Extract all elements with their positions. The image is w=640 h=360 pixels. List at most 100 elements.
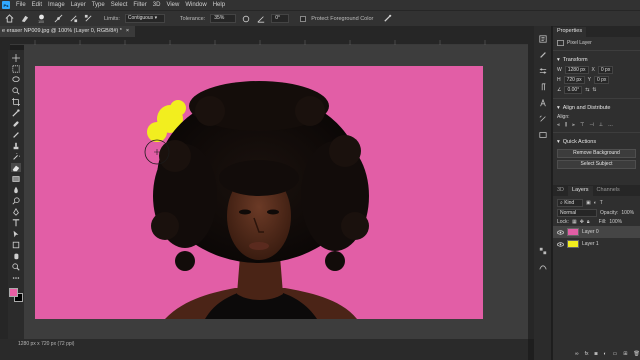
layer-row[interactable]: Layer 1	[553, 238, 640, 250]
menu-type[interactable]: Type	[92, 2, 105, 8]
quick-select-tool-icon[interactable]	[11, 86, 21, 95]
libraries-panel-icon[interactable]	[538, 130, 547, 139]
filter-pixel-icon[interactable]: ▣	[586, 200, 591, 206]
menu-select[interactable]: Select	[111, 2, 128, 8]
opacity-value[interactable]: 100%	[621, 210, 634, 216]
path-select-tool-icon[interactable]	[11, 229, 21, 238]
flip-horizontal-icon[interactable]: ⇆	[585, 87, 589, 93]
more-tools-icon[interactable]	[11, 273, 21, 282]
eraser-tool-icon[interactable]	[11, 163, 21, 172]
menu-image[interactable]: Image	[48, 2, 65, 8]
menu-window[interactable]: Window	[185, 2, 206, 8]
crop-tool-icon[interactable]	[11, 97, 21, 106]
link-layers-icon[interactable]: ∞	[575, 351, 579, 357]
menu-filter[interactable]: Filter	[133, 2, 146, 8]
blur-tool-icon[interactable]	[11, 185, 21, 194]
tab-properties[interactable]: Properties	[553, 27, 587, 37]
remove-background-button[interactable]: Remove Background	[557, 149, 636, 158]
home-icon[interactable]	[4, 14, 14, 24]
brush-preset-picker[interactable]: 100	[34, 14, 48, 24]
type-tool-icon[interactable]	[11, 218, 21, 227]
zoom-tool-icon[interactable]	[11, 262, 21, 271]
dodge-tool-icon[interactable]	[11, 196, 21, 205]
marquee-tool-icon[interactable]	[11, 64, 21, 73]
filter-type-icon[interactable]: T	[600, 200, 603, 206]
sampling-continuous-icon[interactable]	[53, 14, 63, 24]
document-canvas[interactable]	[35, 66, 483, 319]
background-eraser-tool-icon[interactable]	[19, 14, 29, 24]
tab-channels[interactable]: Channels	[593, 186, 624, 196]
menu-help[interactable]: Help	[213, 2, 225, 8]
angle-field[interactable]: 0.00°	[564, 86, 583, 94]
sampling-once-icon[interactable]	[68, 14, 78, 24]
visibility-eye-icon[interactable]	[556, 241, 564, 247]
lock-all-icon[interactable]: 🔒︎	[587, 219, 590, 225]
pen-tool-icon[interactable]	[11, 207, 21, 216]
quick-actions-title[interactable]: ▾ Quick Actions	[553, 136, 640, 147]
menu-view[interactable]: View	[166, 2, 179, 8]
tools-preset-icon[interactable]	[538, 114, 547, 123]
brush-tool-icon[interactable]	[11, 130, 21, 139]
align-top-icon[interactable]: ⊤	[580, 122, 584, 128]
eyedropper-tool-icon[interactable]	[11, 108, 21, 117]
foreground-color-swatch[interactable]	[9, 288, 18, 297]
swatches-panel-icon[interactable]	[538, 246, 547, 255]
add-mask-icon[interactable]: ◙	[594, 351, 597, 357]
shape-tool-icon[interactable]	[11, 240, 21, 249]
fill-value[interactable]: 100%	[609, 219, 622, 225]
align-left-icon[interactable]: ⫷	[557, 122, 560, 128]
layer-row[interactable]: Layer 0	[553, 226, 640, 238]
new-layer-icon[interactable]: ⊞	[623, 351, 627, 357]
filter-adjustment-icon[interactable]: ◐	[594, 200, 597, 206]
stamp-tool-icon[interactable]	[11, 141, 21, 150]
align-right-icon[interactable]: ⫸	[572, 122, 575, 128]
layer-kind-filter[interactable]: ⌕ Kind	[557, 199, 583, 207]
canvas-workspace[interactable]	[24, 45, 528, 339]
align-middle-icon[interactable]: ⊣	[589, 122, 593, 128]
delete-layer-icon[interactable]: 🗑︎	[633, 351, 639, 357]
character-panel-icon[interactable]	[538, 98, 547, 107]
tab-layers[interactable]: Layers	[568, 186, 593, 196]
limits-select[interactable]: Contiguous ▾	[124, 14, 165, 23]
flip-vertical-icon[interactable]: ⇅	[592, 87, 596, 93]
x-field[interactable]: 0 px	[597, 66, 614, 74]
menu-3d[interactable]: 3D	[153, 2, 161, 8]
lock-position-icon[interactable]: ✥	[580, 219, 584, 225]
new-group-icon[interactable]: ▭	[613, 351, 618, 357]
transform-section-title[interactable]: ▾ Transform	[553, 54, 640, 65]
more-options-icon[interactable]: …	[608, 122, 613, 128]
move-tool-icon[interactable]	[11, 53, 21, 62]
hand-tool-icon[interactable]	[11, 251, 21, 260]
gradient-tool-icon[interactable]	[11, 174, 21, 183]
y-field[interactable]: 0 px	[593, 76, 610, 84]
tolerance-field[interactable]: 35%	[210, 14, 237, 23]
tab-3d[interactable]: 3D	[553, 186, 568, 196]
adjustment-layer-icon[interactable]: ◐	[604, 351, 607, 357]
select-subject-button[interactable]: Select Subject	[557, 160, 636, 169]
paths-panel-icon[interactable]	[538, 262, 547, 271]
lock-pixels-icon[interactable]: ▦	[572, 219, 577, 225]
pressure-size-icon[interactable]	[382, 14, 392, 24]
menu-file[interactable]: File	[16, 2, 26, 8]
brush-panel-icon[interactable]	[538, 50, 547, 59]
protect-foreground-checkbox[interactable]	[300, 15, 307, 22]
menu-edit[interactable]: Edit	[32, 2, 42, 8]
paragraph-panel-icon[interactable]	[538, 82, 547, 91]
blend-mode-select[interactable]: Normal	[557, 209, 597, 217]
lasso-tool-icon[interactable]	[11, 75, 21, 84]
align-bottom-icon[interactable]: ⊥	[599, 122, 603, 128]
menu-layer[interactable]: Layer	[71, 2, 86, 8]
align-section-title[interactable]: ▾ Align and Distribute	[553, 102, 640, 113]
height-field[interactable]: 720 px	[563, 76, 585, 84]
document-tab-close-icon[interactable]: ×	[126, 26, 129, 37]
history-brush-icon[interactable]	[11, 152, 21, 161]
pressure-tablet-icon[interactable]	[241, 14, 251, 24]
fx-icon[interactable]: fx	[585, 351, 589, 357]
angle-field[interactable]: 0°	[271, 14, 290, 23]
sampling-swatch-icon[interactable]	[83, 14, 93, 24]
adjustments-panel-icon[interactable]	[538, 66, 547, 75]
document-tab[interactable]: e eraser NP009.jpg @ 100% (Layer 0, RGB/…	[0, 26, 136, 37]
visibility-eye-icon[interactable]	[556, 229, 564, 235]
width-field[interactable]: 1280 px	[564, 66, 589, 74]
history-panel-icon[interactable]	[538, 34, 547, 43]
